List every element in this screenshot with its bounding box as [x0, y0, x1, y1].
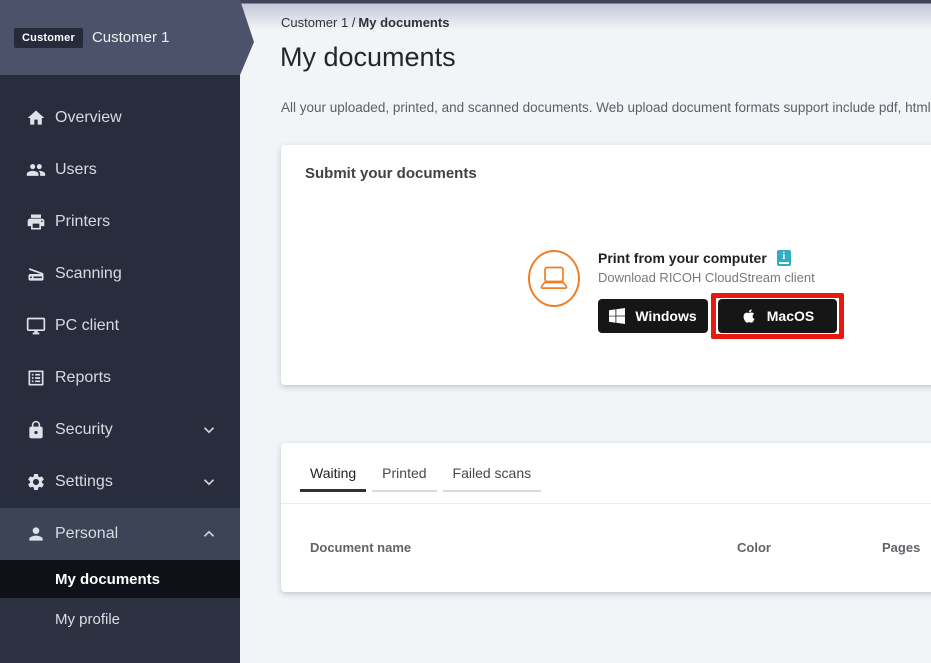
- sidebar-item-label: PC client: [55, 317, 119, 335]
- report-list-icon: [26, 368, 46, 388]
- apple-logo-icon: [741, 308, 757, 324]
- annotation-highlight-box: MacOS: [711, 293, 844, 339]
- sidebar-item-settings[interactable]: Settings: [0, 456, 240, 508]
- laptop-icon: [528, 250, 580, 307]
- sidebar-item-label: Reports: [55, 369, 111, 387]
- print-info-column: Print from your computer i Download RICO…: [598, 250, 844, 339]
- print-from-computer-section: Print from your computer i Download RICO…: [528, 250, 844, 339]
- submit-card-title: Submit your documents: [305, 165, 477, 182]
- info-manual-icon[interactable]: i: [777, 250, 791, 266]
- sidebar-item-my-documents[interactable]: My documents: [0, 560, 240, 598]
- sidebar: Customer Customer 1 Overview Users Print…: [0, 0, 240, 663]
- chevron-down-icon: [200, 421, 218, 439]
- print-heading: Print from your computer: [598, 250, 767, 266]
- column-header-document-name: Document name: [310, 540, 411, 555]
- sidebar-item-security[interactable]: Security: [0, 404, 240, 456]
- sidebar-item-overview[interactable]: Overview: [0, 92, 240, 144]
- print-subtext: Download RICOH CloudStream client: [598, 270, 844, 285]
- column-header-pages: Pages: [882, 540, 920, 555]
- tabs-divider: [281, 503, 931, 504]
- sidebar-item-label: My profile: [55, 611, 120, 628]
- lock-icon: [26, 420, 46, 440]
- tab-label: Printed: [382, 465, 426, 481]
- windows-download-button[interactable]: Windows: [598, 299, 708, 333]
- customer-badge: Customer: [14, 28, 83, 48]
- customer-banner: Customer Customer 1: [0, 0, 254, 75]
- tab-waiting[interactable]: Waiting: [300, 459, 366, 492]
- tab-failed-scans[interactable]: Failed scans: [443, 459, 542, 492]
- main-content: Customer 1 /My documents My documents Al…: [240, 0, 931, 663]
- tab-label: Failed scans: [453, 465, 532, 481]
- monitor-icon: [26, 316, 46, 336]
- printer-icon: [26, 212, 46, 232]
- chevron-up-icon: [200, 525, 218, 543]
- breadcrumb-current: My documents: [358, 15, 449, 30]
- documents-card: Waiting Printed Failed scans Document na…: [281, 443, 931, 592]
- page-title: My documents: [280, 42, 456, 73]
- windows-logo-icon: [609, 308, 625, 324]
- macos-button-label: MacOS: [767, 308, 814, 324]
- tab-label: Waiting: [310, 465, 356, 481]
- chevron-down-icon: [200, 473, 218, 491]
- gear-icon: [26, 472, 46, 492]
- personal-submenu: My documents My profile: [0, 560, 240, 663]
- person-icon: [26, 524, 46, 544]
- home-icon: [26, 108, 46, 128]
- sidebar-item-my-profile[interactable]: My profile: [0, 598, 240, 640]
- sidebar-nav: Overview Users Printers Scanning PC clie…: [0, 92, 240, 560]
- sidebar-item-label: Personal: [55, 525, 118, 543]
- sidebar-item-printers[interactable]: Printers: [0, 196, 240, 248]
- sidebar-item-scanning[interactable]: Scanning: [0, 248, 240, 300]
- sidebar-item-personal[interactable]: Personal: [0, 508, 240, 560]
- sidebar-item-label: Users: [55, 161, 97, 179]
- tab-printed[interactable]: Printed: [372, 459, 436, 492]
- sidebar-item-label: Printers: [55, 213, 110, 231]
- sidebar-item-label: Security: [55, 421, 113, 439]
- sidebar-item-reports[interactable]: Reports: [0, 352, 240, 404]
- sidebar-item-label: Overview: [55, 109, 122, 127]
- macos-download-button[interactable]: MacOS: [718, 299, 837, 333]
- users-icon: [26, 160, 46, 180]
- scanner-icon: [26, 264, 46, 284]
- documents-tabs: Waiting Printed Failed scans: [300, 459, 541, 492]
- submit-documents-card: Submit your documents Print from your co…: [281, 145, 931, 385]
- sidebar-item-label: Settings: [55, 473, 113, 491]
- breadcrumb: Customer 1 /My documents: [281, 15, 449, 30]
- column-header-color: Color: [737, 540, 771, 555]
- breadcrumb-parent[interactable]: Customer 1 /: [281, 15, 355, 30]
- sidebar-item-label: My documents: [55, 571, 160, 588]
- sidebar-item-users[interactable]: Users: [0, 144, 240, 196]
- sidebar-item-label: Scanning: [55, 265, 122, 283]
- sidebar-item-pc-client[interactable]: PC client: [0, 300, 240, 352]
- windows-button-label: Windows: [635, 308, 696, 324]
- page-description: All your uploaded, printed, and scanned …: [281, 100, 931, 115]
- customer-name: Customer 1: [92, 29, 170, 46]
